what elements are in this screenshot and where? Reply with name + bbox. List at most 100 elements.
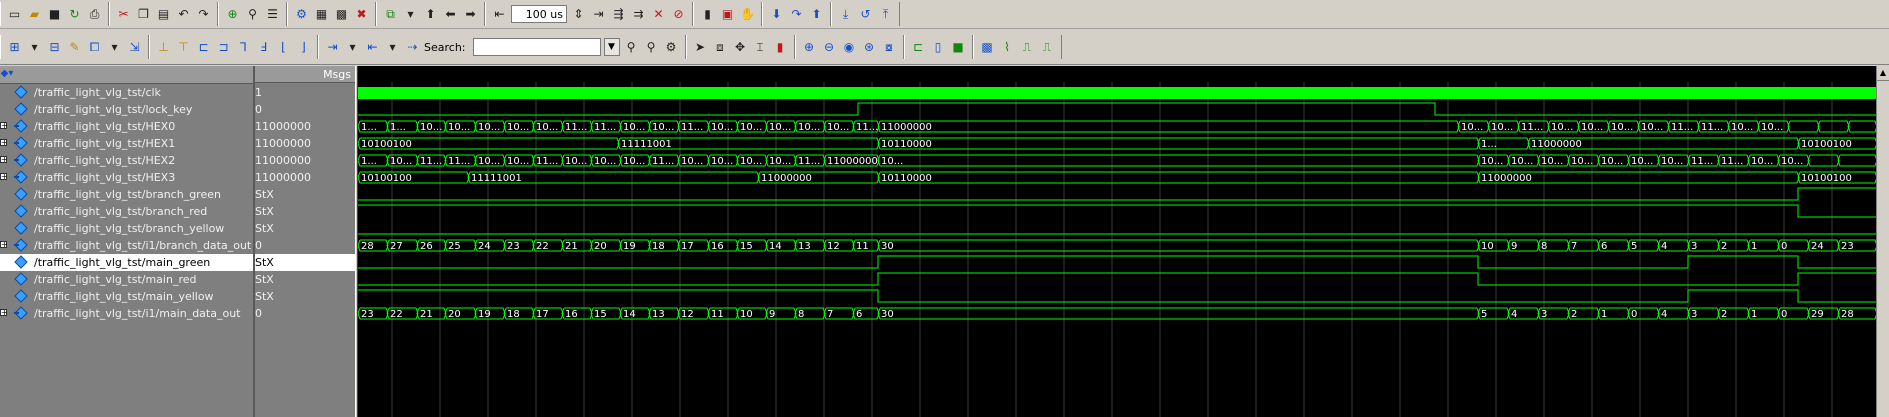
logic-wave-icon[interactable]: ⎍ xyxy=(1019,39,1036,56)
signal-value-row[interactable]: StX xyxy=(255,271,355,288)
expand-toggle-icon[interactable]: + xyxy=(0,309,8,317)
add-icon[interactable]: ⊕ xyxy=(224,6,241,23)
signal-value-row[interactable]: StX xyxy=(255,254,355,271)
stop-icon[interactable]: ⊘ xyxy=(670,6,687,23)
search-prev-icon[interactable]: ⚲ xyxy=(643,39,660,56)
layout-dropdown-icon[interactable]: ▾ xyxy=(26,39,43,56)
signal-value-row[interactable]: 11000000 xyxy=(255,118,355,135)
run-all-icon[interactable]: ⇉ xyxy=(630,6,647,23)
paste-icon[interactable]: ▤ xyxy=(155,6,172,23)
zoom-mode-icon[interactable]: ⧈ xyxy=(712,39,729,56)
window-dropdown-icon[interactable]: ▾ xyxy=(106,39,123,56)
signal-row[interactable]: /traffic_light_vlg_tst/branch_yellow xyxy=(0,220,253,237)
undo-icon[interactable]: ↶ xyxy=(175,6,192,23)
waveform-canvas[interactable]: 1... 1... 10... 10... 10... 10... 10... 11... 11… xyxy=(358,66,1876,417)
compile-all-icon[interactable]: ▦ xyxy=(313,6,330,23)
select-mode-icon[interactable]: ➤ xyxy=(692,39,709,56)
prev-falling-icon[interactable]: ⅂ xyxy=(235,39,252,56)
show-waveform-icon[interactable]: ■ xyxy=(950,39,967,56)
expand-toggle-icon[interactable]: + xyxy=(0,156,8,164)
zoom-cursor-icon[interactable]: ⊛ xyxy=(861,39,878,56)
zoom-full-icon[interactable]: ◉ xyxy=(841,39,858,56)
scroll-up-arrow-icon[interactable]: ▲ xyxy=(1877,66,1889,81)
expand-dropdown-icon[interactable]: ▾ xyxy=(344,39,361,56)
vertical-scrollbar[interactable]: ▲ xyxy=(1876,66,1889,417)
next-falling-icon[interactable]: Ⅎ xyxy=(255,39,272,56)
simulate-icon[interactable]: ▩ xyxy=(333,6,350,23)
signal-row[interactable]: /traffic_light_vlg_tst/branch_red xyxy=(0,203,253,220)
forward-arrow-icon[interactable]: ➡ xyxy=(462,6,479,23)
insert-cursor-icon[interactable]: ⊥ xyxy=(155,39,172,56)
signal-value-pane[interactable]: Msgs 1 0 11000000 11000000 11000000 11000000 S… xyxy=(255,66,355,417)
run-icon[interactable]: ⇥ xyxy=(590,6,607,23)
expand-toggle-icon[interactable]: + xyxy=(0,173,8,181)
show-cursors-icon[interactable]: ⊏ xyxy=(910,39,927,56)
redo-icon[interactable]: ↷ xyxy=(195,6,212,23)
memory-icon[interactable]: ▣ xyxy=(719,6,736,23)
signal-row[interactable]: /traffic_light_vlg_tst/lock_key xyxy=(0,101,253,118)
find-next-icon[interactable]: ⇢ xyxy=(404,39,421,56)
expand-icon[interactable]: ⇥ xyxy=(324,39,341,56)
open-folder-icon[interactable]: ▰ xyxy=(26,6,43,23)
step-over-icon[interactable]: ↷ xyxy=(788,6,805,23)
signal-value-row[interactable]: 0 xyxy=(255,237,355,254)
performance-icon[interactable]: ▮ xyxy=(699,6,716,23)
zoom-in-icon[interactable]: ⊕ xyxy=(801,39,818,56)
reload-icon[interactable]: ↻ xyxy=(66,6,83,23)
run-length-spinner-icon[interactable]: ⇕ xyxy=(570,6,587,23)
prev-edge-icon[interactable]: ⊏ xyxy=(195,39,212,56)
signal-row[interactable]: + /traffic_light_vlg_tst/HEX3 xyxy=(0,169,253,186)
collapse-dropdown-icon[interactable]: ▾ xyxy=(384,39,401,56)
signal-row[interactable]: + /traffic_light_vlg_tst/HEX2 xyxy=(0,152,253,169)
signal-value-row[interactable]: 1 xyxy=(255,84,355,101)
stop-drawing-icon[interactable]: ▮ xyxy=(772,39,789,56)
dock-icon[interactable]: ⊟ xyxy=(46,39,63,56)
compile-icon[interactable]: ⚙ xyxy=(293,6,310,23)
signal-name-pane[interactable]: ◆▾ /traffic_light_vlg_tst/clk/traffic_li… xyxy=(0,66,253,417)
step-into-back-icon[interactable]: ⤓ xyxy=(837,6,854,23)
delete-cursor-icon[interactable]: ⊤ xyxy=(175,39,192,56)
search-options-icon[interactable]: ⚙ xyxy=(663,39,680,56)
edit-mode-icon[interactable]: ⌶ xyxy=(752,39,769,56)
save-icon[interactable]: ■ xyxy=(46,6,63,23)
restart-icon[interactable]: ⇤ xyxy=(491,6,508,23)
up-arrow-icon[interactable]: ⬆ xyxy=(422,6,439,23)
search-binoculars-icon[interactable]: ⚲ xyxy=(623,39,640,56)
new-file-icon[interactable]: ▭ xyxy=(6,6,23,23)
zoom-range-icon[interactable]: ⧇ xyxy=(881,39,898,56)
find-icon[interactable]: ⚲ xyxy=(244,6,261,23)
break-icon[interactable]: ✖ xyxy=(353,6,370,23)
expand-toggle-icon[interactable]: + xyxy=(0,241,8,249)
signal-row[interactable]: + /traffic_light_vlg_tst/HEX0 xyxy=(0,118,253,135)
signal-value-row[interactable]: StX xyxy=(255,220,355,237)
hand-icon[interactable]: ✋ xyxy=(739,6,756,23)
step-into-icon[interactable]: ⬇ xyxy=(768,6,785,23)
run-continue-icon[interactable]: ⇶ xyxy=(610,6,627,23)
zoom-out-icon[interactable]: ⊖ xyxy=(821,39,838,56)
cut-icon[interactable]: ✂ xyxy=(115,6,132,23)
wave-menu-icon[interactable]: ◆▾ xyxy=(0,66,14,81)
print-icon[interactable]: ⎙ xyxy=(86,6,103,23)
next-edge-icon[interactable]: ⊐ xyxy=(215,39,232,56)
signal-value-row[interactable]: StX xyxy=(255,203,355,220)
pan-mode-icon[interactable]: ✥ xyxy=(732,39,749,56)
signal-value-row[interactable]: StX xyxy=(255,288,355,305)
prev-rising-icon[interactable]: ⌊ xyxy=(275,39,292,56)
event-wave-icon[interactable]: ⎍ xyxy=(1039,39,1056,56)
break-sim-icon[interactable]: ✕ xyxy=(650,6,667,23)
signal-name-header[interactable]: ◆▾ xyxy=(0,66,253,84)
signal-value-row[interactable]: 0 xyxy=(255,305,355,322)
hierarchy-icon[interactable]: ⧉ xyxy=(382,6,399,23)
window-icon[interactable]: ⧠ xyxy=(86,39,103,56)
signal-value-row[interactable]: 0 xyxy=(255,101,355,118)
run-length-input[interactable]: 100 us xyxy=(511,5,567,23)
grid-icon[interactable]: ▩ xyxy=(979,39,996,56)
step-over-back-icon[interactable]: ↺ xyxy=(857,6,874,23)
edit-layout-icon[interactable]: ✎ xyxy=(66,39,83,56)
signal-value-row[interactable]: StX xyxy=(255,186,355,203)
search-input[interactable] xyxy=(472,38,601,56)
signal-value-row[interactable]: 11000000 xyxy=(255,169,355,186)
waveform-pane[interactable]: 1... 1... 10... 10... 10... 10... 10... 11... 11… xyxy=(358,66,1876,417)
signal-row[interactable]: /traffic_light_vlg_tst/main_green xyxy=(0,254,253,271)
step-out-icon[interactable]: ⬆ xyxy=(808,6,825,23)
